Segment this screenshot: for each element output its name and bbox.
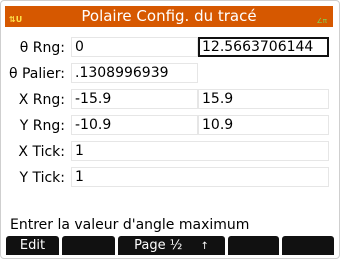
empty-softkey-6[interactable]: [282, 236, 334, 255]
x-tick-label: X Tick:: [18, 144, 65, 160]
theta-range-min-field[interactable]: 0: [71, 37, 198, 57]
page-softkey-label: Page ½: [134, 238, 183, 253]
empty-softkey-5[interactable]: [228, 236, 279, 255]
y-tick-field[interactable]: 1: [71, 167, 329, 187]
help-text: Entrer la valeur d'angle maximum: [10, 217, 250, 233]
x-tick-field[interactable]: 1: [71, 141, 329, 161]
softkey-menu: Edit Page ½ ↑: [6, 236, 334, 256]
theta-range-max-field[interactable]: 12.5663706144: [198, 37, 329, 57]
empty-softkey-2[interactable]: [62, 236, 115, 255]
angle-mode-indicator: ∠π: [316, 17, 328, 25]
y-range-max-field[interactable]: 10.9: [198, 115, 329, 135]
calculator-screen: ⇅U Polaire Config. du tracé ∠π θ Rng: 0 …: [0, 0, 340, 259]
x-range-min-field[interactable]: -15.9: [71, 89, 198, 109]
theta-range-label: θ Rng:: [19, 40, 65, 56]
x-range-label: X Rng:: [18, 92, 65, 108]
y-range-label: Y Rng:: [19, 118, 65, 134]
y-tick-label: Y Tick:: [19, 170, 65, 186]
theta-step-field[interactable]: .1308996939: [71, 63, 198, 83]
page-softkey[interactable]: Page ½ ↑: [118, 236, 225, 255]
page-arrow-icon: ↑: [200, 241, 209, 252]
x-range-max-field[interactable]: 15.9: [198, 89, 329, 109]
title-bar: ⇅U Polaire Config. du tracé ∠π: [5, 6, 333, 27]
edit-softkey[interactable]: Edit: [6, 236, 59, 255]
y-range-min-field[interactable]: -10.9: [71, 115, 198, 135]
theta-step-label: θ Palier:: [8, 66, 65, 82]
screen-title: Polaire Config. du tracé: [81, 7, 257, 25]
